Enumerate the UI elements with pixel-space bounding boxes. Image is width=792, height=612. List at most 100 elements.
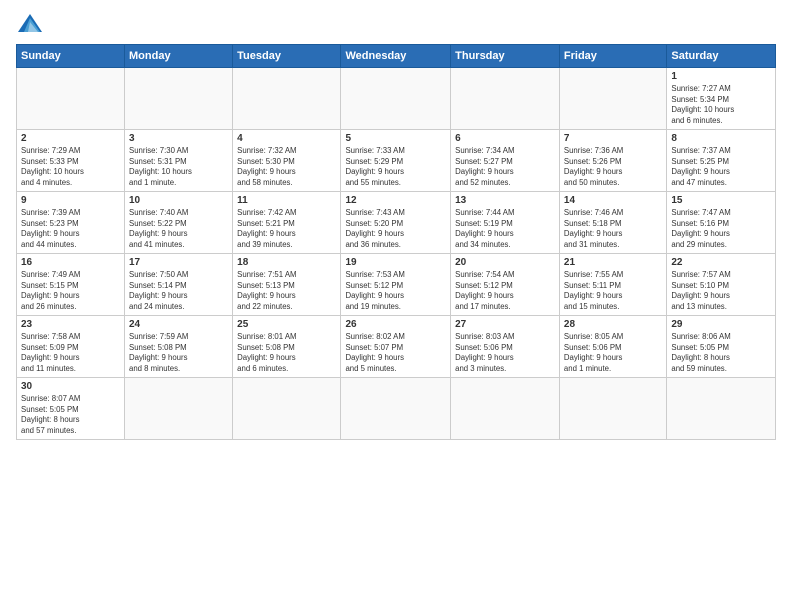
calendar-cell: 18Sunrise: 7:51 AM Sunset: 5:13 PM Dayli… (233, 254, 341, 316)
day-info: Sunrise: 7:29 AM Sunset: 5:33 PM Dayligh… (21, 146, 120, 188)
day-number: 25 (237, 319, 336, 330)
day-info: Sunrise: 7:50 AM Sunset: 5:14 PM Dayligh… (129, 270, 228, 312)
day-number: 2 (21, 133, 120, 144)
calendar-cell: 24Sunrise: 7:59 AM Sunset: 5:08 PM Dayli… (125, 316, 233, 378)
calendar-cell: 29 Sunrise: 8:06 AM Sunset: 5:05 PM Dayli… (667, 316, 776, 378)
calendar-cell (233, 378, 341, 440)
day-info: Sunrise: 7:40 AM Sunset: 5:22 PM Dayligh… (129, 208, 228, 250)
calendar-cell: 14 Sunrise: 7:46 AM Sunset: 5:18 PM Dayli… (559, 192, 666, 254)
calendar-cell: 15Sunrise: 7:47 AM Sunset: 5:16 PM Dayli… (667, 192, 776, 254)
calendar-cell (341, 68, 451, 130)
day-number: 5 (345, 133, 446, 144)
day-info: Sunrise: 7:49 AM Sunset: 5:15 PM Dayligh… (21, 270, 120, 312)
calendar-cell: 19Sunrise: 7:53 AM Sunset: 5:12 PM Dayli… (341, 254, 451, 316)
logo-icon (16, 12, 44, 36)
calendar-cell (559, 68, 666, 130)
day-info: Sunrise: 7:44 AM Sunset: 5:19 PM Dayligh… (455, 208, 555, 250)
calendar-cell (17, 68, 125, 130)
day-info: Sunrise: 8:01 AM Sunset: 5:08 PM Dayligh… (237, 332, 336, 374)
weekday-header-sunday: Sunday (17, 45, 125, 68)
day-number: 13 (455, 195, 555, 206)
weekday-header-thursday: Thursday (451, 45, 560, 68)
day-info: Sunrise: 7:57 AM Sunset: 5:10 PM Dayligh… (671, 270, 771, 312)
calendar-cell: 10 Sunrise: 7:40 AM Sunset: 5:22 PM Dayli… (125, 192, 233, 254)
calendar-cell: 7 Sunrise: 7:36 AM Sunset: 5:26 PM Daylig… (559, 130, 666, 192)
weekday-header-saturday: Saturday (667, 45, 776, 68)
calendar-cell (233, 68, 341, 130)
weekday-header-tuesday: Tuesday (233, 45, 341, 68)
day-info: Sunrise: 8:07 AM Sunset: 5:05 PM Dayligh… (21, 394, 120, 436)
day-info: Sunrise: 8:03 AM Sunset: 5:06 PM Dayligh… (455, 332, 555, 374)
day-number: 26 (345, 319, 446, 330)
day-number: 18 (237, 257, 336, 268)
day-number: 22 (671, 257, 771, 268)
calendar-cell: 12 Sunrise: 7:43 AM Sunset: 5:20 PM Dayli… (341, 192, 451, 254)
day-number: 11 (237, 195, 336, 206)
day-number: 16 (21, 257, 120, 268)
calendar-cell (451, 378, 560, 440)
calendar-cell (667, 378, 776, 440)
day-number: 9 (21, 195, 120, 206)
day-number: 30 (21, 381, 120, 392)
day-number: 19 (345, 257, 446, 268)
day-number: 20 (455, 257, 555, 268)
day-number: 27 (455, 319, 555, 330)
day-number: 14 (564, 195, 662, 206)
calendar-cell: 27 Sunrise: 8:03 AM Sunset: 5:06 PM Dayli… (451, 316, 560, 378)
day-number: 7 (564, 133, 662, 144)
calendar-cell (125, 68, 233, 130)
calendar-cell: 8Sunrise: 7:37 AM Sunset: 5:25 PM Daylig… (667, 130, 776, 192)
weekday-header-wednesday: Wednesday (341, 45, 451, 68)
day-number: 10 (129, 195, 228, 206)
day-number: 4 (237, 133, 336, 144)
day-number: 29 (671, 319, 771, 330)
day-info: Sunrise: 7:37 AM Sunset: 5:25 PM Dayligh… (671, 146, 771, 188)
day-info: Sunrise: 7:55 AM Sunset: 5:11 PM Dayligh… (564, 270, 662, 312)
calendar-table: SundayMondayTuesdayWednesdayThursdayFrid… (16, 44, 776, 440)
day-info: Sunrise: 7:39 AM Sunset: 5:23 PM Dayligh… (21, 208, 120, 250)
day-info: Sunrise: 7:30 AM Sunset: 5:31 PM Dayligh… (129, 146, 228, 188)
day-info: Sunrise: 8:02 AM Sunset: 5:07 PM Dayligh… (345, 332, 446, 374)
day-number: 17 (129, 257, 228, 268)
calendar-cell: 26 Sunrise: 8:02 AM Sunset: 5:07 PM Dayli… (341, 316, 451, 378)
day-number: 23 (21, 319, 120, 330)
calendar-cell: 30 Sunrise: 8:07 AM Sunset: 5:05 PM Dayli… (17, 378, 125, 440)
calendar-cell: 28 Sunrise: 8:05 AM Sunset: 5:06 PM Dayli… (559, 316, 666, 378)
day-number: 28 (564, 319, 662, 330)
calendar-cell: 9 Sunrise: 7:39 AM Sunset: 5:23 PM Daylig… (17, 192, 125, 254)
page-header (16, 12, 776, 36)
day-info: Sunrise: 8:06 AM Sunset: 5:05 PM Dayligh… (671, 332, 771, 374)
day-info: Sunrise: 8:05 AM Sunset: 5:06 PM Dayligh… (564, 332, 662, 374)
calendar-cell: 22 Sunrise: 7:57 AM Sunset: 5:10 PM Dayli… (667, 254, 776, 316)
day-number: 12 (345, 195, 446, 206)
day-number: 3 (129, 133, 228, 144)
day-info: Sunrise: 7:32 AM Sunset: 5:30 PM Dayligh… (237, 146, 336, 188)
calendar-cell: 11 Sunrise: 7:42 AM Sunset: 5:21 PM Dayli… (233, 192, 341, 254)
calendar-cell: 6Sunrise: 7:34 AM Sunset: 5:27 PM Daylig… (451, 130, 560, 192)
calendar-cell: 16 Sunrise: 7:49 AM Sunset: 5:15 PM Dayli… (17, 254, 125, 316)
day-info: Sunrise: 7:36 AM Sunset: 5:26 PM Dayligh… (564, 146, 662, 188)
calendar-cell: 5Sunrise: 7:33 AM Sunset: 5:29 PM Daylig… (341, 130, 451, 192)
calendar-cell: 23 Sunrise: 7:58 AM Sunset: 5:09 PM Dayli… (17, 316, 125, 378)
day-info: Sunrise: 7:47 AM Sunset: 5:16 PM Dayligh… (671, 208, 771, 250)
calendar-cell: 2 Sunrise: 7:29 AM Sunset: 5:33 PM Daylig… (17, 130, 125, 192)
day-info: Sunrise: 7:58 AM Sunset: 5:09 PM Dayligh… (21, 332, 120, 374)
day-info: Sunrise: 7:27 AM Sunset: 5:34 PM Dayligh… (671, 84, 771, 126)
calendar-cell: 4 Sunrise: 7:32 AM Sunset: 5:30 PM Daylig… (233, 130, 341, 192)
calendar-cell: 25 Sunrise: 8:01 AM Sunset: 5:08 PM Dayli… (233, 316, 341, 378)
weekday-header-monday: Monday (125, 45, 233, 68)
calendar-cell: 17 Sunrise: 7:50 AM Sunset: 5:14 PM Dayli… (125, 254, 233, 316)
day-info: Sunrise: 7:43 AM Sunset: 5:20 PM Dayligh… (345, 208, 446, 250)
day-number: 24 (129, 319, 228, 330)
day-info: Sunrise: 7:54 AM Sunset: 5:12 PM Dayligh… (455, 270, 555, 312)
day-info: Sunrise: 7:34 AM Sunset: 5:27 PM Dayligh… (455, 146, 555, 188)
calendar-cell: 3 Sunrise: 7:30 AM Sunset: 5:31 PM Daylig… (125, 130, 233, 192)
day-info: Sunrise: 7:42 AM Sunset: 5:21 PM Dayligh… (237, 208, 336, 250)
calendar-cell: 1 Sunrise: 7:27 AM Sunset: 5:34 PM Daylig… (667, 68, 776, 130)
calendar-cell (559, 378, 666, 440)
day-info: Sunrise: 7:46 AM Sunset: 5:18 PM Dayligh… (564, 208, 662, 250)
calendar-cell: 13 Sunrise: 7:44 AM Sunset: 5:19 PM Dayli… (451, 192, 560, 254)
day-number: 1 (671, 71, 771, 82)
calendar-cell (451, 68, 560, 130)
calendar-cell: 20 Sunrise: 7:54 AM Sunset: 5:12 PM Dayli… (451, 254, 560, 316)
